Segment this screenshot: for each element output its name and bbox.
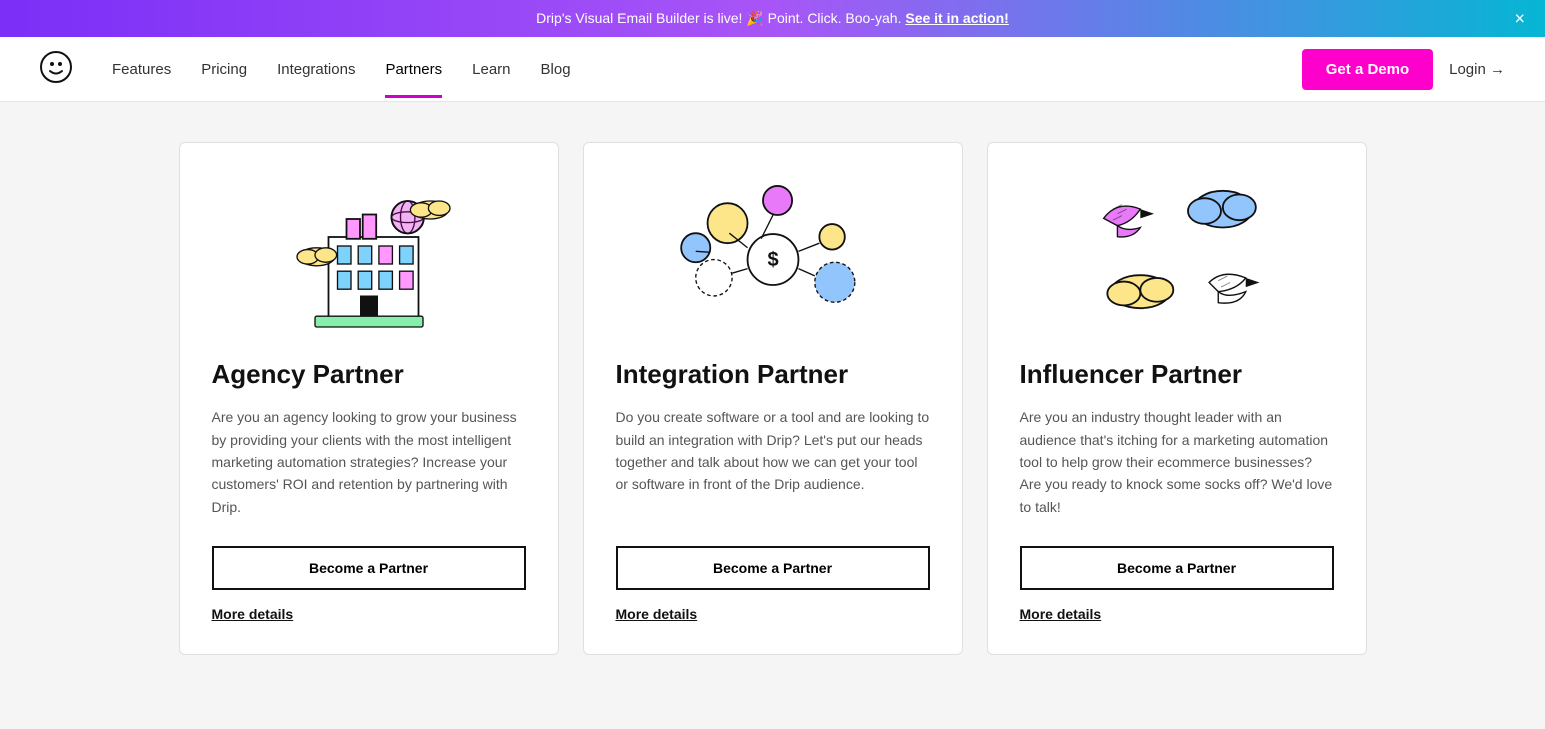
main-nav: Features Pricing Integrations Partners L…: [0, 37, 1545, 102]
integration-more-details-link[interactable]: More details: [616, 606, 930, 622]
integration-become-partner-button[interactable]: Become a Partner: [616, 546, 930, 590]
logo[interactable]: [40, 51, 72, 88]
nav-pricing[interactable]: Pricing: [201, 41, 247, 98]
main-content: Agency Partner Are you an agency looking…: [0, 102, 1545, 701]
influencer-more-details-link[interactable]: More details: [1020, 606, 1334, 622]
announcement-banner: Drip's Visual Email Builder is live! 🎉 P…: [0, 0, 1545, 37]
influencer-partner-card: Influencer Partner Are you an industry t…: [987, 142, 1367, 655]
influencer-become-partner-button[interactable]: Become a Partner: [1020, 546, 1334, 590]
nav-blog[interactable]: Blog: [541, 41, 571, 98]
integration-illustration: $: [616, 175, 930, 335]
agency-card-desc: Are you an agency looking to grow your b…: [212, 406, 526, 518]
integration-card-title: Integration Partner: [616, 359, 930, 390]
agency-illustration: [212, 175, 526, 335]
partner-cards: Agency Partner Are you an agency looking…: [173, 142, 1373, 655]
svg-text:$: $: [767, 249, 778, 271]
login-link[interactable]: Login →: [1449, 61, 1505, 78]
agency-card-title: Agency Partner: [212, 359, 526, 390]
agency-become-partner-button[interactable]: Become a Partner: [212, 546, 526, 590]
influencer-illustration: [1020, 175, 1334, 335]
banner-close-button[interactable]: ×: [1514, 8, 1525, 29]
influencer-card-desc: Are you an industry thought leader with …: [1020, 406, 1334, 518]
nav-learn[interactable]: Learn: [472, 41, 510, 98]
get-demo-button[interactable]: Get a Demo: [1302, 49, 1433, 90]
agency-partner-card: Agency Partner Are you an agency looking…: [179, 142, 559, 655]
agency-more-details-link[interactable]: More details: [212, 606, 526, 622]
integration-partner-card: $: [583, 142, 963, 655]
banner-text: Drip's Visual Email Builder is live! 🎉 P…: [536, 10, 905, 26]
nav-partners[interactable]: Partners: [385, 41, 442, 98]
nav-integrations[interactable]: Integrations: [277, 41, 355, 98]
nav-right: Get a Demo Login →: [1302, 49, 1505, 90]
nav-links: Features Pricing Integrations Partners L…: [112, 41, 1302, 98]
banner-link[interactable]: See it in action!: [905, 10, 1008, 26]
integration-card-desc: Do you create software or a tool and are…: [616, 406, 930, 518]
nav-features[interactable]: Features: [112, 41, 171, 98]
influencer-card-title: Influencer Partner: [1020, 359, 1334, 390]
